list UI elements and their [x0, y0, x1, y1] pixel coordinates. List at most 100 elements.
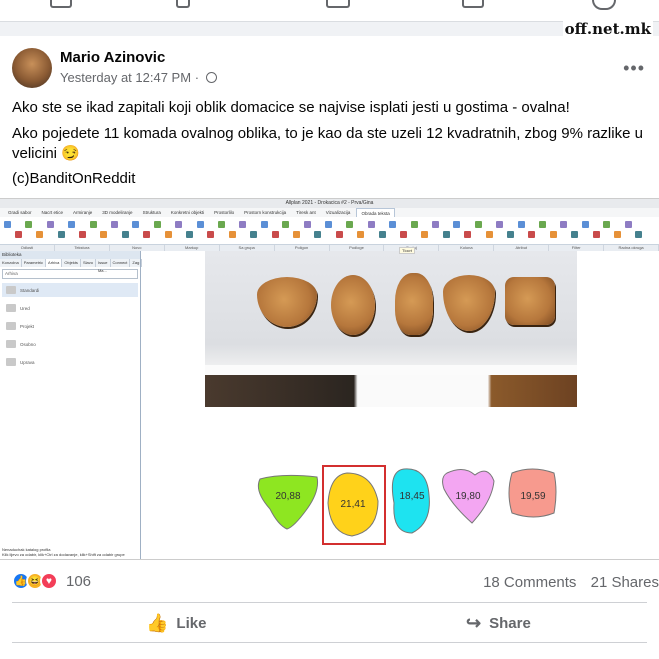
ribbon-tab[interactable]: Tiresk ant: [292, 208, 320, 217]
ribbon-tool-icon[interactable]: [46, 221, 54, 228]
ribbon-tool-icon[interactable]: [357, 231, 365, 238]
ribbon-tool-icon[interactable]: [603, 221, 611, 228]
ribbon-tool-icon[interactable]: [549, 231, 557, 238]
library-tab[interactable]: Arhiva: [46, 259, 63, 267]
ribbon-tool-icon[interactable]: [571, 231, 579, 238]
ribbon-tool-icon[interactable]: [25, 221, 33, 228]
groups-icon[interactable]: [462, 0, 484, 8]
workspace-canvas[interactable]: Tlocrt 20,88 21,41 18,45 19,80 19,59: [142, 247, 659, 559]
ribbon-tab[interactable]: Konkretni objekti: [167, 208, 208, 217]
ribbon-tool-icon[interactable]: [175, 221, 183, 228]
library-item[interactable]: Uprava: [2, 355, 138, 369]
library-tab[interactable]: Slavo: [81, 259, 96, 267]
ribbon-tool-icon[interactable]: [592, 231, 600, 238]
ribbon-tab[interactable]: 3D modeliranje: [98, 208, 136, 217]
reactions-summary[interactable]: 👍 😆 ♥ 106: [12, 572, 91, 590]
ribbon-tab[interactable]: Struktura: [139, 208, 165, 217]
ribbon-tool-icon[interactable]: [378, 231, 386, 238]
ribbon-tab[interactable]: Nacrt etice: [38, 208, 68, 217]
ribbon-tool-icon[interactable]: [539, 221, 546, 228]
ribbon-tool-icon[interactable]: [624, 221, 632, 228]
ribbon-tool-icon[interactable]: [4, 221, 11, 228]
post-time[interactable]: Yesterday at 12:47 PM: [60, 70, 191, 85]
ribbon-tool-icon[interactable]: [271, 231, 279, 238]
library-tab[interactable]: Issue Ma...: [96, 259, 111, 273]
ribbon-tool-icon[interactable]: [367, 221, 375, 228]
ribbon-tool-icon[interactable]: [121, 231, 129, 238]
post-author[interactable]: Mario Azinovic: [60, 49, 165, 66]
library-tab[interactable]: Parametric: [22, 259, 47, 267]
menu-icon[interactable]: [326, 0, 350, 8]
ribbon-tool-icon[interactable]: [143, 231, 151, 238]
ribbon-tool-icon[interactable]: [57, 231, 65, 238]
library-tab[interactable]: Zag: [130, 259, 143, 267]
ribbon-tool-icon[interactable]: [474, 221, 482, 228]
nav-icon[interactable]: [176, 0, 190, 8]
ribbon-tool-icon[interactable]: [14, 231, 22, 238]
library-item[interactable]: Ured: [2, 301, 138, 315]
avatar[interactable]: [12, 48, 52, 88]
ribbon-tool-icon[interactable]: [453, 221, 461, 228]
ribbon-tool-icon[interactable]: [325, 221, 332, 228]
ribbon-tool-icon[interactable]: [303, 221, 311, 228]
library-tab[interactable]: Objekts: [62, 259, 81, 267]
ribbon-tool-icon[interactable]: [164, 231, 172, 238]
library-tab[interactable]: Connect: [111, 259, 131, 267]
ribbon-tool-icon[interactable]: [464, 231, 472, 238]
ribbon-tool-icon[interactable]: [399, 231, 407, 238]
ribbon-tool-icon[interactable]: [314, 231, 322, 238]
ribbon-tool-icon[interactable]: [560, 221, 568, 228]
ribbon-tool-icon[interactable]: [185, 231, 193, 238]
ribbon-tool-icon[interactable]: [78, 231, 86, 238]
library-item[interactable]: Projekt: [2, 319, 138, 333]
profile-icon[interactable]: [592, 0, 616, 10]
ribbon-tab[interactable]: Obrada teksta: [356, 208, 395, 217]
more-options-button[interactable]: •••: [623, 58, 645, 79]
ribbon-tool-icon[interactable]: [421, 231, 429, 238]
ribbon-tool-icon[interactable]: [410, 221, 418, 228]
ribbon-tool-icon[interactable]: [517, 221, 525, 228]
ribbon-tab[interactable]: Gradi sabor: [4, 208, 36, 217]
library-item[interactable]: Standardi: [2, 283, 138, 297]
ribbon-tool-icon[interactable]: [36, 231, 44, 238]
embedded-screenshot[interactable]: Allplan 2021 - Drokacica #2 - Prva/Gina …: [0, 198, 659, 560]
ribbon-tool-icon[interactable]: [496, 221, 504, 228]
ribbon-tool-icon[interactable]: [282, 221, 290, 228]
ribbon-tool-icon[interactable]: [89, 221, 97, 228]
ribbon-tool-icon[interactable]: [635, 231, 643, 238]
ribbon-tool-icon[interactable]: [389, 221, 397, 228]
ribbon-tool-icon[interactable]: [100, 231, 108, 238]
ribbon-tool-icon[interactable]: [196, 221, 204, 228]
ribbon-tool-icon[interactable]: [250, 231, 258, 238]
ribbon-tool-icon[interactable]: [506, 231, 514, 238]
ribbon-tool-icon[interactable]: [68, 221, 76, 228]
ribbon-tool-icon[interactable]: [260, 221, 268, 228]
ribbon-tool-icon[interactable]: [335, 231, 343, 238]
ribbon-tab[interactable]: Prostorlilo: [210, 208, 238, 217]
library-item[interactable]: Osobno: [2, 337, 138, 351]
ribbon-tool-icon[interactable]: [528, 231, 536, 238]
ribbon-tool-icon[interactable]: [485, 231, 493, 238]
ribbon-tool-icon[interactable]: [346, 221, 354, 228]
like-button[interactable]: 👍 Like: [146, 613, 206, 634]
library-tab[interactable]: Konzolna: [0, 259, 22, 267]
ribbon-tool-icon[interactable]: [111, 221, 118, 228]
grid-icon[interactable]: [50, 0, 72, 8]
ribbon-tool-icon[interactable]: [613, 231, 621, 238]
ribbon-tool-icon[interactable]: [218, 221, 225, 228]
shares-count[interactable]: 21 Shares: [591, 574, 659, 591]
ribbon-tool-icon[interactable]: [292, 231, 300, 238]
ribbon-tool-icon[interactable]: [581, 221, 589, 228]
comments-count[interactable]: 18 Comments: [483, 574, 576, 591]
ribbon-tab[interactable]: Armiranje: [69, 208, 96, 217]
library-search-input[interactable]: Arhiva: [2, 269, 138, 279]
ribbon-tab[interactable]: Vizualizacija: [322, 208, 355, 217]
ribbon-tab[interactable]: Prostorn konstrukcija: [240, 208, 290, 217]
share-button[interactable]: ↪ Share: [466, 613, 531, 634]
ribbon-tool-icon[interactable]: [432, 221, 439, 228]
ribbon-tool-icon[interactable]: [132, 221, 140, 228]
ribbon-tool-icon[interactable]: [207, 231, 215, 238]
ribbon-tool-icon[interactable]: [442, 231, 450, 238]
ribbon-tool-icon[interactable]: [153, 221, 161, 228]
ribbon-tool-icon[interactable]: [239, 221, 247, 228]
